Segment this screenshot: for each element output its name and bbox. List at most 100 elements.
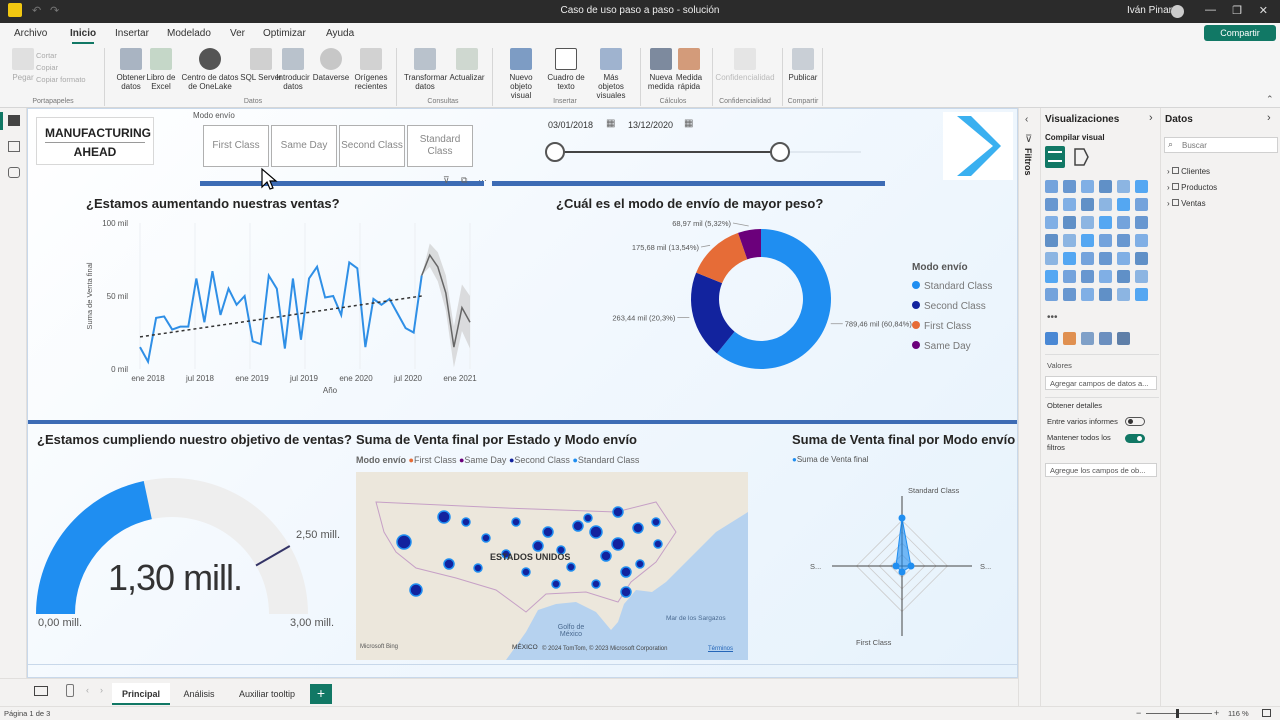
- add-page-button[interactable]: +: [310, 684, 332, 704]
- tab-principal[interactable]: Principal: [112, 683, 170, 705]
- fit-to-page-icon[interactable]: [1262, 709, 1271, 717]
- values-well[interactable]: Agregar campos de datos a...: [1045, 376, 1157, 390]
- menu-modelado[interactable]: Modelado: [167, 28, 211, 39]
- table-item-ventas[interactable]: › Ventas: [1167, 196, 1217, 212]
- navigation-button[interactable]: [943, 112, 1013, 180]
- drill-through-well[interactable]: Agregue los campos de ob...: [1045, 463, 1157, 477]
- custom-visual-icon[interactable]: [1045, 332, 1058, 345]
- menu-optimizar[interactable]: Optimizar: [263, 28, 306, 39]
- visual-type-icon[interactable]: [1063, 252, 1076, 265]
- more-visuals-button[interactable]: Más objetos visuales: [590, 48, 632, 100]
- bubble-map[interactable]: ESTADOS UNIDOS Golfo de México MÉXICO Ma…: [356, 472, 748, 660]
- refresh-button[interactable]: Actualizar: [446, 48, 488, 82]
- restore-icon[interactable]: ❐: [1232, 4, 1242, 17]
- visual-type-icon[interactable]: [1063, 288, 1076, 301]
- table-view-icon[interactable]: [8, 141, 20, 152]
- visual-type-icon[interactable]: [1117, 198, 1130, 211]
- calendar-icon[interactable]: ▦: [606, 118, 615, 129]
- mobile-layout-icon[interactable]: [66, 684, 74, 697]
- model-view-icon[interactable]: [8, 167, 20, 178]
- visual-type-icon[interactable]: [1045, 270, 1058, 283]
- radar-chart[interactable]: Standard Class S... S... First Class: [792, 469, 1012, 649]
- zoom-in-icon[interactable]: +: [1214, 708, 1219, 718]
- custom-visual-icon[interactable]: [1063, 332, 1076, 345]
- collapse-data-icon[interactable]: ›: [1267, 112, 1271, 124]
- menu-archivo[interactable]: Archivo: [14, 28, 47, 39]
- zoom-out-icon[interactable]: −: [1136, 708, 1141, 718]
- table-item-clientes[interactable]: › Clientes: [1167, 164, 1217, 180]
- visual-type-icon[interactable]: [1045, 216, 1058, 229]
- visual-type-icon[interactable]: [1099, 252, 1112, 265]
- cut-button[interactable]: Cortar: [36, 50, 86, 62]
- filters-pane-collapsed[interactable]: ‹ ⊽ Filtros: [1018, 108, 1040, 706]
- expand-filters-icon[interactable]: ‹: [1025, 114, 1028, 125]
- visual-type-icon[interactable]: [1081, 216, 1094, 229]
- filter-icon[interactable]: ⊽: [443, 175, 450, 186]
- custom-visual-icon[interactable]: [1081, 332, 1094, 345]
- calendar-icon[interactable]: ▦: [684, 118, 693, 129]
- visual-type-icon[interactable]: [1135, 234, 1148, 247]
- more-options-icon[interactable]: …: [478, 173, 487, 183]
- slicer-option-second-class[interactable]: Second Class: [339, 125, 405, 167]
- menu-insertar[interactable]: Insertar: [115, 28, 149, 39]
- tab-auxiliar-tooltip[interactable]: Auxiliar tooltip: [230, 683, 304, 705]
- visual-type-icon[interactable]: [1117, 216, 1130, 229]
- quick-measure-button[interactable]: Medida rápida: [668, 48, 710, 91]
- custom-visual-icon[interactable]: [1117, 332, 1130, 345]
- visual-type-icon[interactable]: [1063, 216, 1076, 229]
- visual-type-icon[interactable]: [1135, 288, 1148, 301]
- visual-type-icon[interactable]: [1117, 180, 1130, 193]
- sensitivity-button[interactable]: Confidencialidad: [714, 48, 776, 82]
- visual-type-icon[interactable]: [1045, 288, 1058, 301]
- text-box-button[interactable]: Cuadro de texto: [545, 48, 587, 91]
- date-start[interactable]: 03/01/2018: [548, 120, 593, 130]
- date-range-end-handle[interactable]: [770, 142, 790, 162]
- data-search-box[interactable]: ⌕ Buscar: [1164, 137, 1278, 153]
- custom-visual-icon[interactable]: [1099, 332, 1112, 345]
- visual-type-icon[interactable]: [1045, 234, 1058, 247]
- visual-type-icon[interactable]: [1063, 234, 1076, 247]
- report-view-icon[interactable]: [8, 115, 20, 126]
- visual-type-icon[interactable]: [1045, 198, 1058, 211]
- menu-inicio[interactable]: Inicio: [70, 28, 96, 39]
- dataverse-button[interactable]: Dataverse: [310, 48, 352, 82]
- keep-filters-toggle[interactable]: [1125, 434, 1145, 443]
- more-visuals-icon[interactable]: •••: [1047, 312, 1058, 323]
- minimize-icon[interactable]: —: [1205, 4, 1216, 16]
- visual-type-icon[interactable]: [1135, 252, 1148, 265]
- visual-type-icon[interactable]: [1117, 270, 1130, 283]
- slicer-option-first-class[interactable]: First Class: [203, 125, 269, 167]
- visual-type-icon[interactable]: [1081, 252, 1094, 265]
- map-terms-link[interactable]: Términos: [708, 646, 733, 652]
- visual-type-icon[interactable]: [1099, 216, 1112, 229]
- share-button[interactable]: Compartir: [1204, 25, 1276, 41]
- visual-type-icon[interactable]: [1063, 198, 1076, 211]
- tab-scroll-right-icon[interactable]: ›: [100, 685, 103, 695]
- new-visual-button[interactable]: Nuevo objeto visual: [500, 48, 542, 100]
- visual-type-icon[interactable]: [1117, 252, 1130, 265]
- visual-type-icon[interactable]: [1135, 180, 1148, 193]
- visual-type-icon[interactable]: [1099, 270, 1112, 283]
- copy-button[interactable]: Copiar: [36, 62, 86, 74]
- visual-type-icon[interactable]: [1135, 270, 1148, 283]
- recent-sources-button[interactable]: Orígenes recientes: [350, 48, 392, 91]
- visual-type-icon[interactable]: [1081, 234, 1094, 247]
- slicer-option-same-day[interactable]: Same Day: [271, 125, 337, 167]
- menu-ayuda[interactable]: Ayuda: [326, 28, 354, 39]
- desktop-layout-icon[interactable]: [34, 686, 48, 696]
- visual-type-icon[interactable]: [1135, 216, 1148, 229]
- sales-target-gauge[interactable]: 1,30 mill. 0,00 mill. 3,00 mill. 2,50 mi…: [32, 449, 352, 639]
- transform-data-button[interactable]: Transformar datos: [404, 48, 447, 91]
- visual-type-icon[interactable]: [1099, 288, 1112, 301]
- shipmode-donut-chart[interactable]: 789,46 mil (60,84%) 263,44 mil (20,3%) 175…: [556, 215, 1016, 405]
- tab-analisis[interactable]: Análisis: [172, 683, 226, 705]
- visual-type-icon[interactable]: [1045, 252, 1058, 265]
- publish-button[interactable]: Publicar: [782, 48, 824, 82]
- collapse-ribbon-icon[interactable]: ⌃: [1266, 94, 1274, 105]
- menu-ver[interactable]: Ver: [230, 28, 245, 39]
- format-visual-tab[interactable]: [1071, 146, 1091, 168]
- date-end[interactable]: 13/12/2020: [628, 120, 673, 130]
- focus-mode-icon[interactable]: ⧉: [461, 175, 467, 186]
- visual-type-icon[interactable]: [1081, 180, 1094, 193]
- date-range-start-handle[interactable]: [545, 142, 565, 162]
